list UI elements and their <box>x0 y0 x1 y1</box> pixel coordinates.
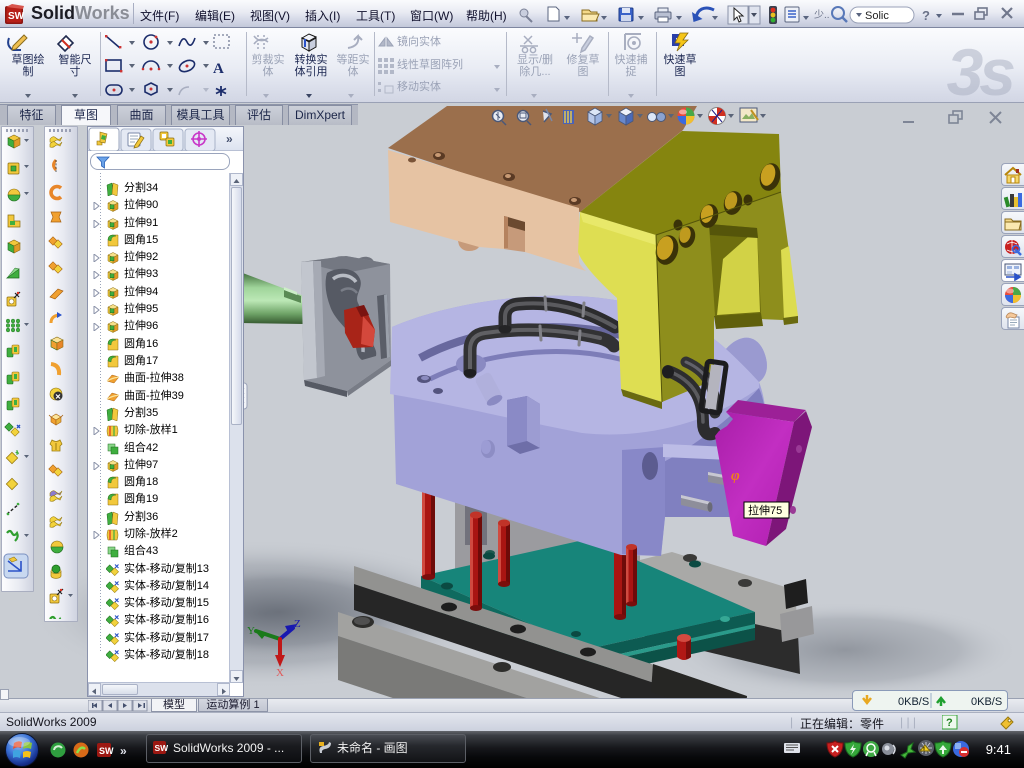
svg-text:?: ? <box>922 8 930 23</box>
svg-text:SW: SW <box>155 743 169 753</box>
svg-text:»: » <box>120 744 127 758</box>
svg-text:Y: Y <box>247 625 255 637</box>
svg-text:Solic: Solic <box>865 10 889 22</box>
svg-text:!: ! <box>923 748 925 754</box>
svg-text:拉伸75: 拉伸75 <box>748 503 782 517</box>
svg-text:φ: φ <box>731 468 740 484</box>
svg-text:0KB/S: 0KB/S <box>898 696 929 708</box>
svg-text:SW: SW <box>8 11 25 22</box>
svg-text:少..: 少.. <box>814 9 830 21</box>
svg-text:A: A <box>213 61 224 77</box>
svg-text:?: ? <box>946 717 953 729</box>
svg-text:0KB/S: 0KB/S <box>971 696 1002 708</box>
svg-text:Z: Z <box>294 618 301 630</box>
svg-text:X: X <box>276 667 284 679</box>
svg-text:SW: SW <box>99 746 114 756</box>
svg-text:»: » <box>226 132 233 146</box>
